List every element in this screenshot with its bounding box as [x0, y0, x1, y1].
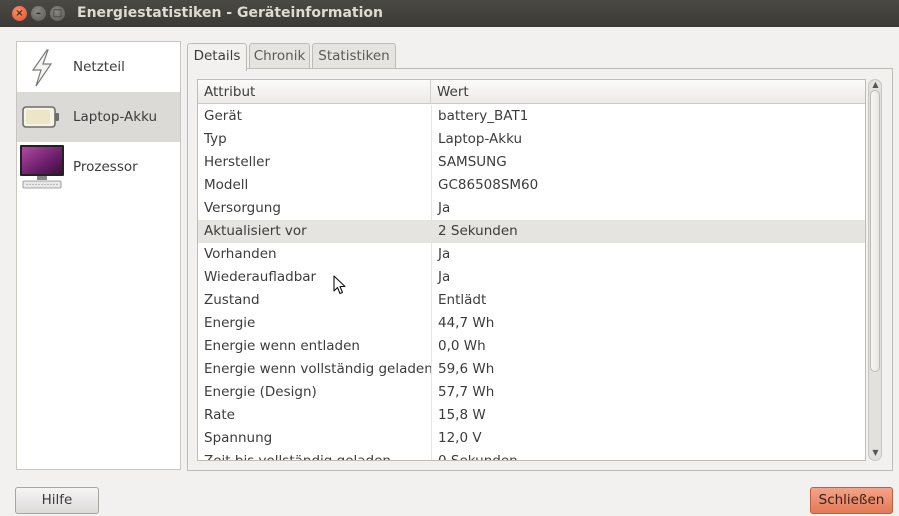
- tab-details[interactable]: Details: [187, 43, 247, 71]
- attribute-cell: Energie wenn vollständig geladen: [204, 361, 431, 377]
- attribute-cell: Zeit bis vollständig geladen: [204, 453, 391, 461]
- column-header-attribut[interactable]: Attribut: [198, 80, 431, 104]
- attribute-cell: Rate: [204, 407, 235, 423]
- value-cell: 0 Sekunden: [431, 450, 865, 460]
- sidebar-item-label: Prozessor: [73, 159, 138, 175]
- table-row[interactable]: Rate 15,8 W: [198, 404, 865, 427]
- battery-icon: [17, 92, 67, 142]
- attribute-cell: Energie (Design): [204, 384, 317, 400]
- table-row[interactable]: Hersteller SAMSUNG: [198, 151, 865, 174]
- table-row[interactable]: Energie (Design) 57,7 Wh: [198, 381, 865, 404]
- value-cell: SAMSUNG: [431, 151, 865, 174]
- attribute-cell: Spannung: [204, 430, 273, 446]
- attribute-cell: Modell: [204, 177, 249, 193]
- attribute-cell: Gerät: [204, 108, 242, 124]
- attribute-cell: Energie wenn entladen: [204, 338, 360, 354]
- sidebar-item-netzteil[interactable]: Netzteil: [17, 42, 180, 92]
- table-row[interactable]: Modell GC86508SM60: [198, 174, 865, 197]
- window-minimize-button[interactable]: –: [31, 6, 46, 21]
- table-row[interactable]: Gerät battery_BAT1: [198, 105, 865, 128]
- scroll-down-icon[interactable]: ▼: [871, 448, 880, 457]
- column-header-wert[interactable]: Wert: [431, 80, 865, 104]
- tab-chronik[interactable]: Chronik: [249, 43, 310, 69]
- attribute-cell: Wiederaufladbar: [204, 269, 317, 285]
- table-row[interactable]: Energie 44,7 Wh: [198, 312, 865, 335]
- value-cell: Ja: [431, 197, 865, 220]
- table-row[interactable]: Zustand Entlädt: [198, 289, 865, 312]
- scroll-up-icon[interactable]: ▲: [871, 80, 880, 89]
- mouse-pointer-icon: [333, 275, 347, 295]
- value-cell: Ja: [431, 266, 865, 289]
- value-cell: 12,0 V: [431, 427, 865, 450]
- value-cell: 44,7 Wh: [431, 312, 865, 335]
- value-cell: 57,7 Wh: [431, 381, 865, 404]
- computer-icon: [17, 142, 67, 192]
- value-cell: 2 Sekunden: [431, 220, 865, 243]
- window-title: Energiestatistiken - Geräteinformation: [77, 5, 384, 21]
- attribute-cell: Versorgung: [204, 200, 281, 216]
- attribute-cell: Hersteller: [204, 154, 270, 170]
- title-bar: × – □ Energiestatistiken - Geräteinforma…: [0, 0, 899, 27]
- attribute-cell: Typ: [204, 131, 227, 147]
- value-cell: 15,8 W: [431, 404, 865, 427]
- minimize-icon: –: [36, 8, 41, 19]
- help-button[interactable]: Hilfe: [15, 487, 99, 514]
- tab-statistiken[interactable]: Statistiken: [312, 43, 396, 69]
- details-table: Attribut Wert Gerät battery_BAT1 Typ Laptop…: [197, 79, 866, 461]
- close-icon: ×: [15, 8, 24, 19]
- close-button[interactable]: Schließen: [810, 487, 893, 514]
- table-body: Gerät battery_BAT1 Typ Laptop-Akku Herstelle…: [198, 105, 865, 461]
- table-row[interactable]: Zeit bis vollständig geladen 0 Sekunden: [198, 450, 865, 461]
- window-maximize-button[interactable]: □: [50, 6, 65, 21]
- window-close-button[interactable]: ×: [12, 6, 27, 21]
- value-cell: GC86508SM60: [431, 174, 865, 197]
- table-row[interactable]: Wiederaufladbar Ja: [198, 266, 865, 289]
- table-row[interactable]: Energie wenn vollständig geladen 59,6 Wh: [198, 358, 865, 381]
- sidebar-item-laptop-akku[interactable]: Laptop-Akku: [17, 92, 180, 142]
- attribute-cell: Aktualisiert vor: [204, 223, 307, 239]
- sidebar-item-label: Laptop-Akku: [73, 109, 158, 125]
- ac-adapter-icon: [17, 42, 67, 92]
- value-cell: Entlädt: [431, 289, 865, 312]
- table-row[interactable]: Typ Laptop-Akku: [198, 128, 865, 151]
- attribute-cell: Zustand: [204, 292, 260, 308]
- value-cell: 59,6 Wh: [431, 358, 865, 381]
- attribute-cell: Energie: [204, 315, 256, 331]
- value-cell: battery_BAT1: [431, 105, 865, 128]
- value-cell: Ja: [431, 243, 865, 266]
- table-scrollbar[interactable]: ▲ ▼: [868, 79, 882, 461]
- device-list: Netzteil Laptop-Akku Prozessor: [16, 41, 181, 470]
- attribute-cell: Vorhanden: [204, 246, 277, 262]
- table-row[interactable]: Energie wenn entladen 0,0 Wh: [198, 335, 865, 358]
- table-row[interactable]: Vorhanden Ja: [198, 243, 865, 266]
- table-header: Attribut Wert: [198, 80, 865, 104]
- maximize-icon: □: [52, 8, 63, 19]
- table-row[interactable]: Aktualisiert vor 2 Sekunden: [198, 220, 865, 243]
- sidebar-item-label: Netzteil: [73, 59, 125, 75]
- value-cell: Laptop-Akku: [431, 128, 865, 151]
- table-row[interactable]: Versorgung Ja: [198, 197, 865, 220]
- sidebar-item-prozessor[interactable]: Prozessor: [17, 142, 180, 192]
- scroll-thumb[interactable]: [870, 90, 880, 372]
- value-cell: 0,0 Wh: [431, 335, 865, 358]
- table-row[interactable]: Spannung 12,0 V: [198, 427, 865, 450]
